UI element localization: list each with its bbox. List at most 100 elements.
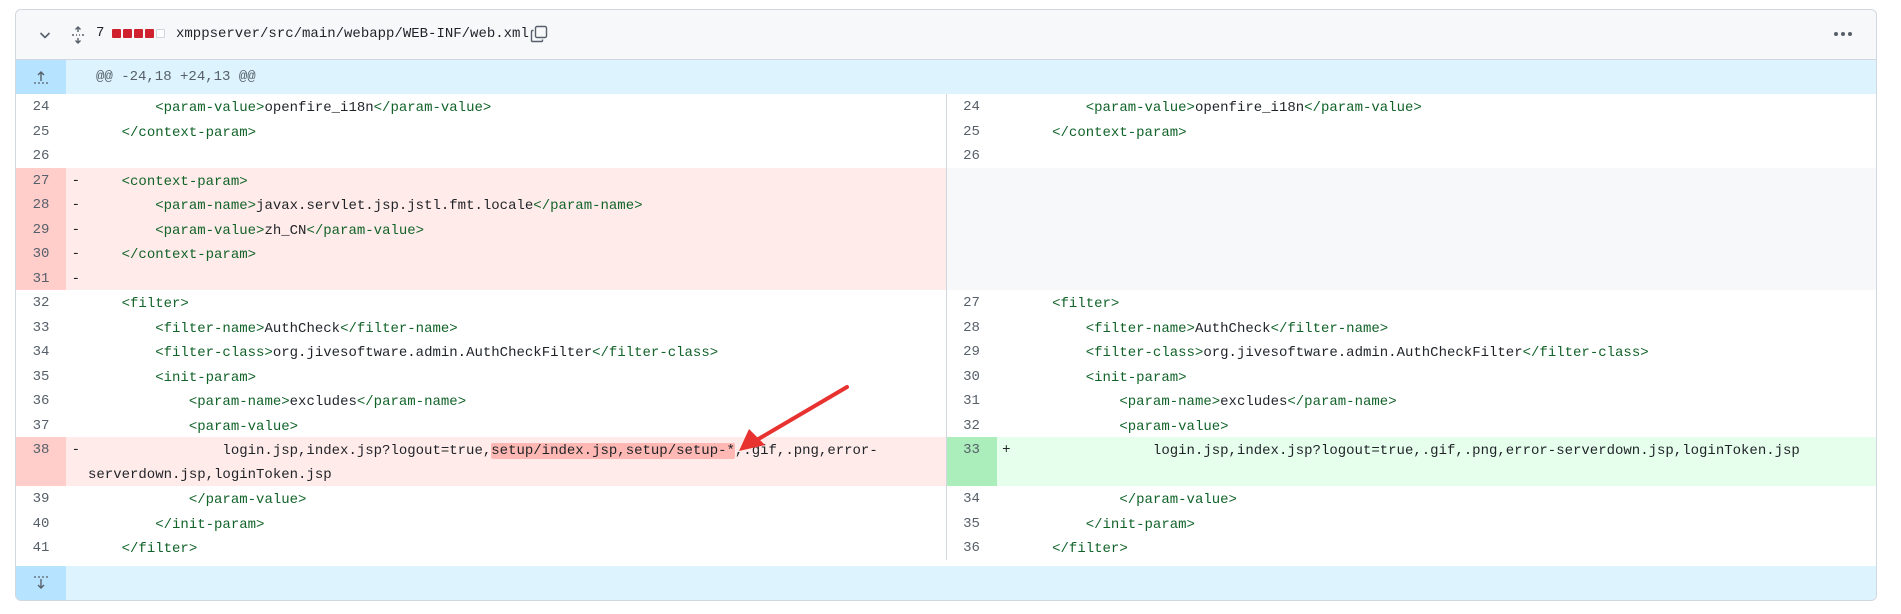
new-line-number[interactable]: 29 [947, 339, 997, 364]
tag: </init-param> [155, 516, 265, 533]
empty-line [945, 216, 1876, 241]
code [88, 263, 946, 291]
tag: <filter-name> [1085, 320, 1195, 337]
old-line-number[interactable]: 34 [16, 339, 66, 364]
unfold-icon[interactable] [66, 23, 90, 47]
left-line: 41 </filter> [16, 535, 946, 560]
right-line-added: 33 + login.jsp,index.jsp?logout=true,.gi… [945, 437, 1876, 486]
tag: <param-value> [1085, 100, 1195, 116]
file-path[interactable]: xmppserver/src/main/webapp/WEB-INF/web.x… [176, 26, 529, 42]
text: openfire_i18n [264, 100, 374, 116]
diff-rows: 24 <param-value>openfire_i18n</param-val… [16, 94, 1876, 560]
tag: </context-param> [121, 124, 257, 141]
minus-marker: - [71, 197, 80, 213]
old-line-number[interactable]: 39 [16, 486, 66, 511]
tag: <param-name> [188, 394, 290, 410]
change-count: 7 [96, 25, 105, 41]
old-line-number[interactable]: 24 [16, 94, 66, 119]
old-line-number[interactable]: 30 [16, 241, 66, 266]
marker [66, 535, 88, 560]
code: </init-param> [88, 508, 946, 536]
code: <filter-class>org.jivesoftware.admin.Aut… [1019, 336, 1877, 364]
marker [66, 364, 88, 389]
empty-line [945, 167, 1876, 192]
tag: </param-value> [1119, 492, 1237, 508]
old-line-number[interactable]: 27 [16, 167, 66, 192]
old-line-number[interactable]: 28 [16, 192, 66, 217]
old-line-number[interactable]: 37 [16, 413, 66, 438]
code: </context-param> [88, 238, 946, 266]
new-line-number[interactable]: 30 [947, 364, 997, 389]
code: <filter> [1019, 287, 1877, 315]
new-line-number[interactable]: 26 [947, 143, 997, 168]
kebab-horizontal-icon[interactable] [1830, 23, 1856, 45]
old-line-number[interactable]: 33 [16, 315, 66, 340]
marker [66, 511, 88, 536]
new-line-number[interactable]: 36 [947, 535, 997, 560]
old-line-number[interactable]: 26 [16, 143, 66, 168]
new-line-number[interactable]: 34 [947, 486, 997, 511]
right-line: 26 [945, 143, 1877, 168]
new-line-number[interactable]: 33 [946, 437, 997, 486]
text: excludes [289, 394, 357, 410]
diffstat-block-deleted [112, 29, 121, 38]
copy-icon[interactable] [528, 23, 550, 45]
tag: <param-name> [155, 198, 257, 214]
minus-marker: - [71, 172, 80, 189]
new-line-number[interactable]: 32 [947, 413, 997, 438]
new-line-number[interactable]: 25 [947, 119, 997, 144]
code: <param-name>excludes</param-name> [1019, 385, 1877, 413]
tag: </param-value> [188, 492, 307, 508]
old-line-number[interactable]: 41 [16, 535, 66, 560]
annotation-arrow [739, 385, 849, 451]
old-line-number[interactable]: 31 [16, 265, 66, 290]
expand-down-icon[interactable] [16, 566, 66, 600]
code: <filter> [88, 287, 946, 315]
new-line-number[interactable]: 24 [947, 94, 997, 119]
minus-marker: - [71, 442, 80, 458]
code: <param-name>javax.servlet.jsp.jstl.fmt.l… [88, 189, 946, 217]
old-line-number[interactable]: 32 [16, 290, 66, 315]
marker [997, 94, 1019, 119]
code: <filter-name>AuthCheck</filter-name> [88, 312, 946, 340]
new-line-number[interactable]: 28 [947, 315, 997, 340]
tag: <param-value> [155, 100, 265, 116]
marker [66, 413, 88, 438]
code [88, 140, 946, 168]
chevron-down-icon[interactable] [34, 24, 56, 46]
diffstat-block-neutral [156, 29, 165, 38]
code: </context-param> [88, 116, 946, 144]
text: org.jivesoftware.admin.AuthCheckFilter [272, 345, 593, 361]
new-line-number[interactable]: 27 [947, 290, 997, 315]
marker [66, 388, 88, 413]
new-line-number[interactable]: 31 [947, 388, 997, 413]
marker [997, 511, 1019, 536]
code: <init-param> [1019, 361, 1877, 389]
tag: </param-value> [306, 222, 425, 239]
tag: </context-param> [121, 247, 257, 263]
old-line-number[interactable]: 40 [16, 511, 66, 536]
expand-up-icon[interactable] [16, 60, 66, 94]
tag: </filter-name> [1270, 320, 1389, 337]
old-line-number[interactable]: 36 [16, 388, 66, 413]
code: <param-value> [1019, 410, 1877, 438]
file-diff: 7 xmppserver/src/main/webapp/WEB-INF/web… [15, 9, 1877, 601]
text: login.jsp,index.jsp?logout=true, [88, 443, 492, 459]
diff-row: 41 </filter> 36 </filter> [16, 535, 1876, 560]
old-line-number[interactable]: 29 [16, 216, 66, 241]
old-line-number[interactable]: 25 [16, 119, 66, 144]
old-line-number[interactable]: 38 [16, 437, 66, 486]
tag: </init-param> [1085, 516, 1195, 533]
old-line-number[interactable]: 35 [16, 364, 66, 389]
new-line-number[interactable]: 35 [947, 511, 997, 536]
